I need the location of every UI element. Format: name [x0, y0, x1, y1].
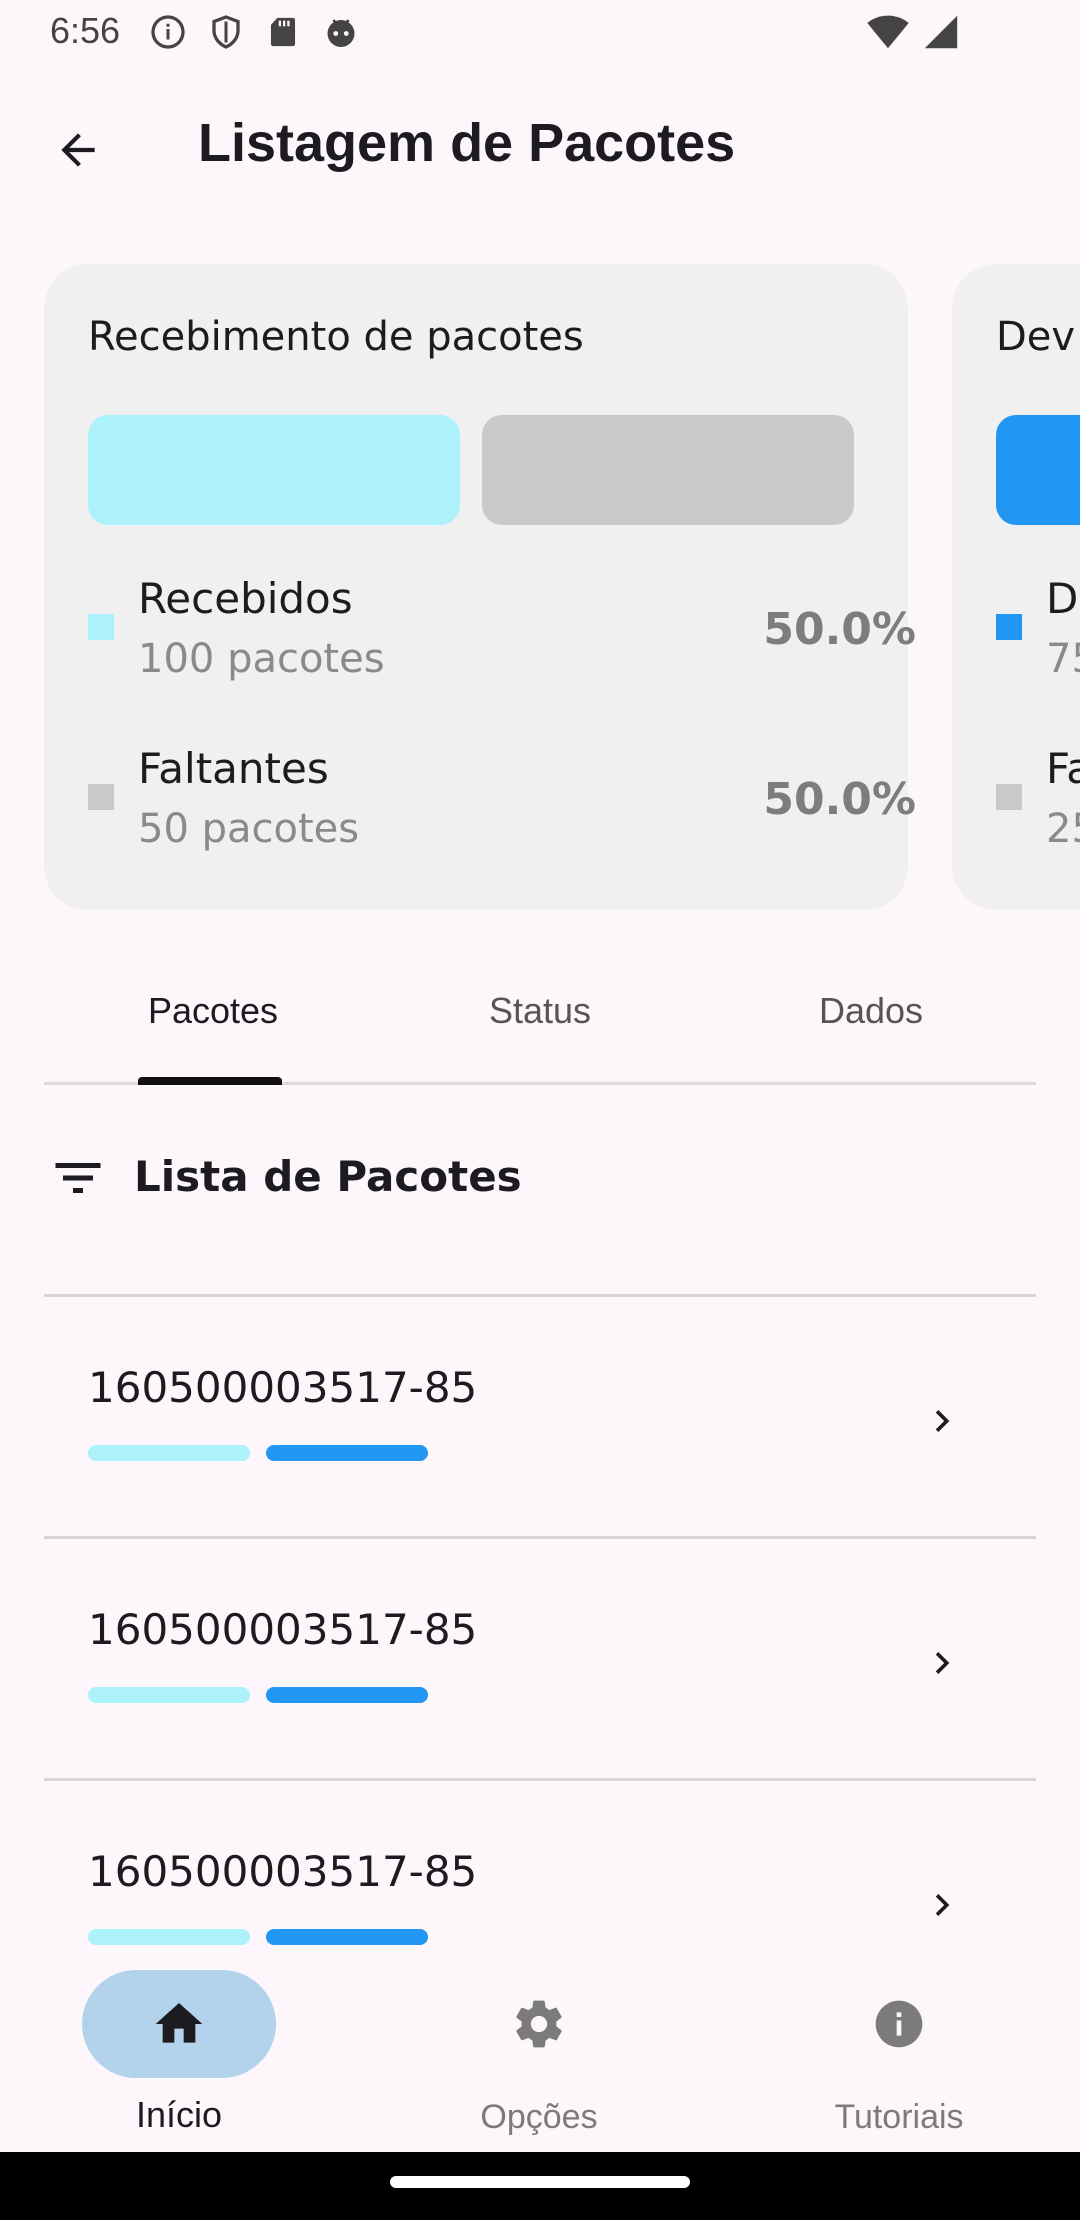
info-circle-icon: [151, 15, 185, 49]
card-title: Recebimento de pacotes: [88, 314, 584, 360]
package-code: 160500003517-85: [88, 1847, 478, 1896]
shield-icon: [212, 15, 240, 49]
nav-label: Início: [135, 2094, 223, 2135]
status-bar-received: [88, 1445, 250, 1461]
legend-row-missing: Faltantes 50 pacotes 50.0%: [88, 744, 916, 864]
legend-row-primary: D 75: [996, 574, 1080, 694]
chevron-right-icon[interactable]: [914, 1635, 970, 1691]
nav-item-tutoriais[interactable]: Tutoriais: [756, 1970, 1056, 2136]
page-title: Listagem de Pacotes: [198, 113, 736, 173]
legend-swatch: [996, 614, 1022, 640]
package-code: 160500003517-85: [88, 1363, 478, 1412]
summary-card-receiving[interactable]: Recebimento de pacotes Recebidos 100 pac…: [44, 264, 916, 910]
android-head-icon: [327, 19, 355, 47]
status-bar-received: [88, 1929, 250, 1945]
progress-segment-missing: [482, 415, 854, 525]
signal-icon: [924, 15, 958, 49]
tab-dados[interactable]: Dados: [746, 990, 996, 1032]
list-item[interactable]: 160500003517-85: [44, 1294, 1036, 1536]
nav-label: Tutoriais: [834, 2098, 964, 2136]
progress-segment-received: [88, 415, 460, 525]
tab-pacotes[interactable]: Pacotes: [88, 990, 338, 1032]
arrow-left-icon: [61, 133, 95, 167]
summary-cards-carousel[interactable]: Recebimento de pacotes Recebidos 100 pac…: [0, 264, 1080, 910]
legend-count: 50 pacotes: [138, 806, 360, 852]
status-time: 6:56: [50, 10, 121, 51]
list-title: Lista de Pacotes: [134, 1152, 522, 1201]
status-icons-right: [866, 14, 960, 50]
back-button[interactable]: [40, 112, 116, 188]
status-bar-delivered: [266, 1929, 428, 1945]
wifi-icon: [867, 15, 909, 49]
nav-item-inicio[interactable]: Início: [36, 1970, 336, 2135]
status-bar-delivered: [266, 1687, 428, 1703]
status-bar: 6:56: [0, 0, 1080, 66]
gear-icon: [516, 2000, 562, 2048]
legend-name: D: [1046, 574, 1079, 623]
legend-swatch: [88, 614, 114, 640]
legend-swatch: [996, 784, 1022, 810]
list-header: Lista de Pacotes: [44, 1120, 1036, 1240]
filter-list-icon[interactable]: [48, 1148, 108, 1208]
tab-bar: Pacotes Status Dados: [44, 950, 1036, 1085]
bottom-navigation: Início Opções Tutoriais: [0, 1950, 1080, 2152]
legend-swatch: [88, 784, 114, 810]
legend-name: Fa: [1046, 744, 1080, 793]
legend-count: 25: [1046, 806, 1080, 852]
package-code: 160500003517-85: [88, 1605, 478, 1654]
sd-card-icon: [270, 17, 296, 47]
summary-card-devolution[interactable]: Dev D 75 Fa 25: [952, 264, 1080, 910]
progress-segment-primary: [996, 415, 1080, 525]
system-navigation-bar: [0, 2152, 1080, 2220]
chevron-right-icon[interactable]: [914, 1393, 970, 1449]
status-bar-delivered: [266, 1445, 428, 1461]
nav-item-opcoes[interactable]: Opções: [396, 1970, 696, 2136]
card-title: Dev: [996, 314, 1076, 360]
legend-count: 100 pacotes: [138, 636, 385, 682]
legend-percent: 50.0%: [763, 604, 916, 655]
tab-status[interactable]: Status: [415, 990, 665, 1032]
legend-row-received: Recebidos 100 pacotes 50.0%: [88, 574, 916, 694]
chevron-right-icon[interactable]: [914, 1877, 970, 1933]
legend-count: 75: [1046, 636, 1080, 682]
tab-indicator: [138, 1077, 282, 1085]
status-icons-left: [150, 14, 360, 50]
list-item[interactable]: 160500003517-85: [44, 1536, 1036, 1778]
gesture-handle[interactable]: [390, 2176, 690, 2188]
app-bar: Listagem de Pacotes: [0, 66, 1080, 226]
legend-name: Recebidos: [138, 574, 353, 623]
info-icon: [875, 2000, 923, 2048]
home-icon: [155, 2003, 203, 2043]
nav-label: Opções: [480, 2098, 598, 2136]
legend-row-secondary: Fa 25: [996, 744, 1080, 864]
legend-percent: 50.0%: [763, 774, 916, 825]
status-bar-received: [88, 1687, 250, 1703]
legend-name: Faltantes: [138, 744, 329, 793]
